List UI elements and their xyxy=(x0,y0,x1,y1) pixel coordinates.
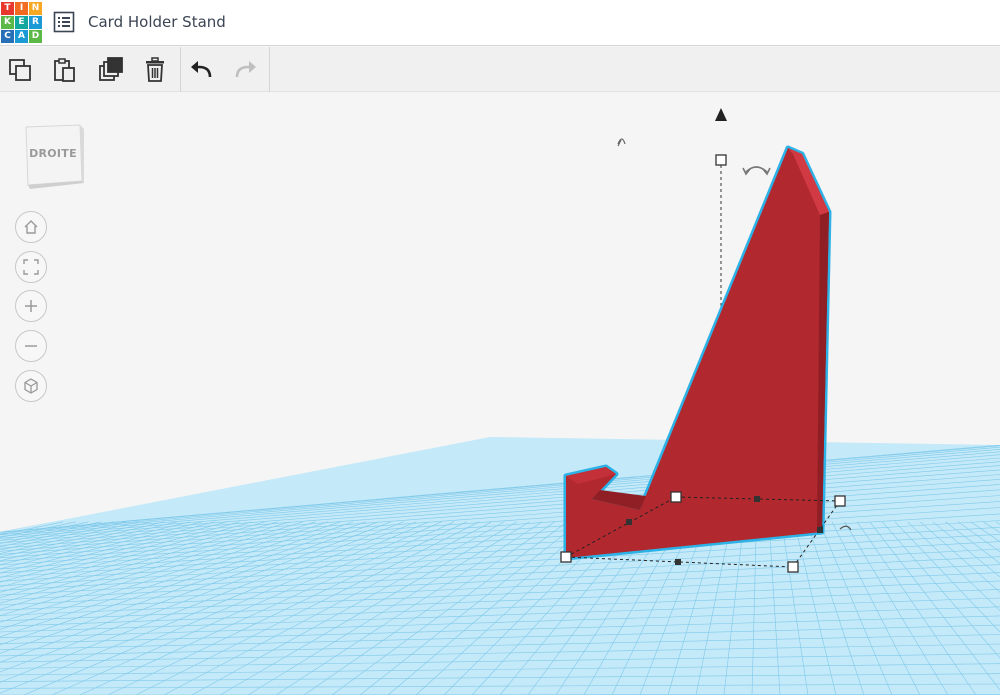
view-cube[interactable]: DROITE xyxy=(22,123,84,189)
zoom-in-icon xyxy=(25,300,37,312)
design-title[interactable]: Card Holder Stand xyxy=(88,13,226,31)
logo-letter: R xyxy=(29,16,42,29)
logo-letter: I xyxy=(15,2,28,15)
zoom-out-icon xyxy=(25,345,37,347)
edit-toolbar xyxy=(0,47,1000,92)
edge-handle[interactable] xyxy=(754,496,760,502)
corner-handle[interactable] xyxy=(560,551,572,563)
trash-icon[interactable] xyxy=(140,55,170,85)
workplane-viewport[interactable] xyxy=(0,92,1000,695)
rotate-handle-icon[interactable] xyxy=(617,138,626,147)
zoom-out-button[interactable] xyxy=(15,330,47,362)
paste-icon[interactable] xyxy=(50,55,80,85)
orthographic-icon xyxy=(24,378,38,394)
corner-handle[interactable] xyxy=(787,561,799,573)
height-handle[interactable] xyxy=(715,154,727,166)
logo-letter: K xyxy=(1,16,14,29)
edge-handle[interactable] xyxy=(626,519,632,525)
edge-handle[interactable] xyxy=(675,559,681,565)
redo-icon[interactable] xyxy=(230,55,260,85)
undo-icon[interactable] xyxy=(187,55,217,85)
edge-handle[interactable] xyxy=(817,527,823,533)
logo-letter: N xyxy=(29,2,42,15)
logo-letter: C xyxy=(1,30,14,43)
home-icon xyxy=(24,220,38,234)
card-holder-shape[interactable] xyxy=(563,145,832,561)
home-view-button[interactable] xyxy=(15,211,47,243)
orthographic-view-button[interactable] xyxy=(15,370,47,402)
top-bar: TIN KER CAD Card Holder Stand xyxy=(0,0,1000,46)
view-cube-label: DROITE xyxy=(29,147,77,160)
design-menu-icon[interactable] xyxy=(53,11,75,33)
tinkercad-logo[interactable]: TIN KER CAD xyxy=(0,0,42,44)
logo-letter: E xyxy=(15,16,28,29)
rotate-handle-icon[interactable] xyxy=(742,166,771,176)
logo-letter: T xyxy=(1,2,14,15)
toolbar-divider xyxy=(269,47,270,92)
copy-icon[interactable] xyxy=(6,55,36,85)
fit-view-icon xyxy=(23,259,39,275)
logo-letter: A xyxy=(15,30,28,43)
logo-letter: D xyxy=(29,30,42,43)
fit-view-button[interactable] xyxy=(15,251,47,283)
corner-handle[interactable] xyxy=(834,495,846,507)
corner-handle[interactable] xyxy=(670,491,682,503)
zoom-in-button[interactable] xyxy=(15,290,47,322)
toolbar-divider xyxy=(180,47,181,92)
duplicate-icon[interactable] xyxy=(96,55,126,85)
move-up-arrow[interactable] xyxy=(715,108,727,121)
